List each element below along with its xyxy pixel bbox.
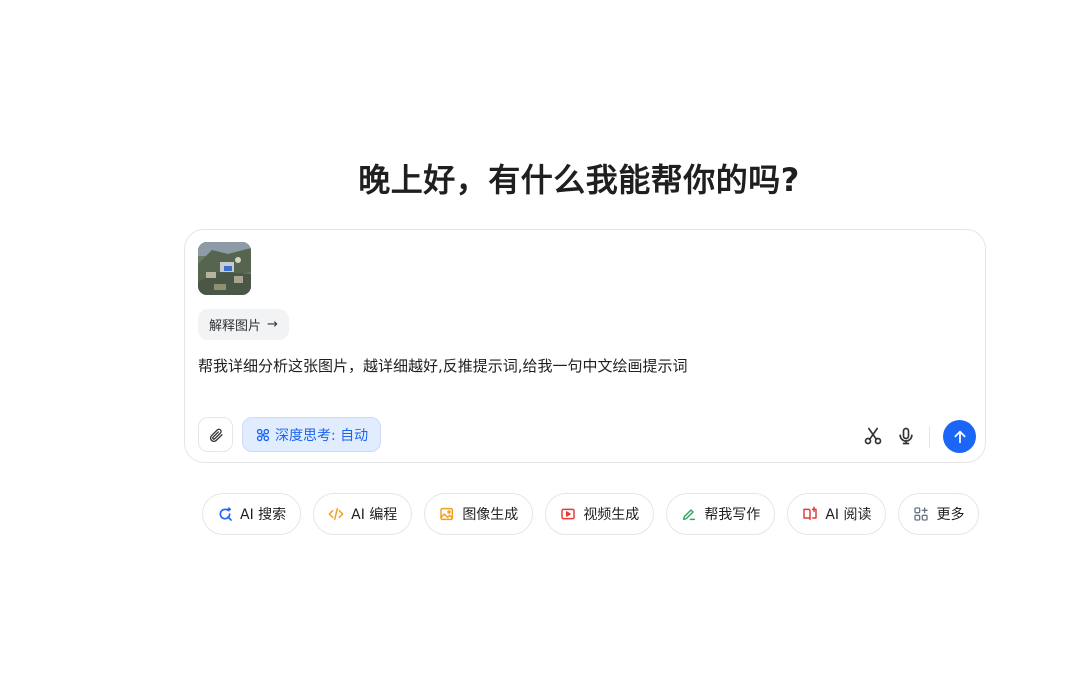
book-icon <box>803 506 818 521</box>
grid-icon <box>914 507 929 521</box>
prompt-input[interactable]: 帮我详细分析这张图片，越详细越好,反推提示词,给我一句中文绘画提示词 <box>198 355 958 377</box>
shortcut-video-generation[interactable]: 视频生成 <box>545 493 655 535</box>
shortcut-label: AI 编程 <box>351 507 398 523</box>
shortcut-ai-reading[interactable]: AI 阅读 <box>787 493 887 535</box>
shortcut-image-generation[interactable]: 图像生成 <box>424 493 534 535</box>
shortcut-label: 视频生成 <box>583 507 640 523</box>
paperclip-icon <box>209 428 223 442</box>
atom-icon <box>256 428 270 441</box>
shortcut-writing[interactable]: 帮我写作 <box>666 493 776 535</box>
chat-home: 晚上好，有什么我能帮你的吗? 解释图片 → 帮我详细分析这张图片，越详细越好,反… <box>0 0 1080 697</box>
search-icon <box>219 507 232 521</box>
pen-icon <box>683 509 696 521</box>
shortcut-label: AI 搜索 <box>240 507 287 523</box>
shortcut-label: 更多 <box>936 507 965 523</box>
attach-file-button[interactable] <box>198 417 233 452</box>
microphone-icon <box>899 427 913 445</box>
attached-image-thumbnail[interactable] <box>198 242 251 295</box>
shortcut-bar: AI 搜索 AI 编程 图像生成 视频生成 帮我写作 AI 阅读 更多 <box>202 493 980 535</box>
send-button[interactable] <box>943 420 976 453</box>
explain-image-chip[interactable]: 解释图片 → <box>198 309 289 340</box>
deep-think-toggle[interactable]: 深度思考: 自动 <box>242 417 382 452</box>
shortcut-label: 帮我写作 <box>704 507 761 523</box>
shortcut-more[interactable]: 更多 <box>898 493 980 535</box>
scissors-icon <box>864 427 882 445</box>
image-icon <box>440 507 454 521</box>
deep-think-label: 深度思考: 自动 <box>275 427 369 444</box>
explain-image-label: 解释图片 <box>209 319 262 334</box>
code-icon <box>328 507 344 521</box>
shortcut-label: AI 阅读 <box>825 507 872 523</box>
shortcut-ai-coding[interactable]: AI 编程 <box>313 493 413 535</box>
greeting-title: 晚上好，有什么我能帮你的吗? <box>358 161 800 199</box>
voice-input-button[interactable] <box>896 426 918 448</box>
shortcut-label: 图像生成 <box>462 507 519 523</box>
arrow-up-icon <box>953 430 966 443</box>
screenshot-button[interactable] <box>863 426 885 448</box>
chat-composer: 解释图片 → 帮我详细分析这张图片，越详细越好,反推提示词,给我一句中文绘画提示… <box>184 229 986 463</box>
video-icon <box>561 508 576 520</box>
shortcut-ai-search[interactable]: AI 搜索 <box>202 493 302 535</box>
arrow-right-icon: → <box>267 317 278 332</box>
toolbar-divider <box>929 426 930 448</box>
